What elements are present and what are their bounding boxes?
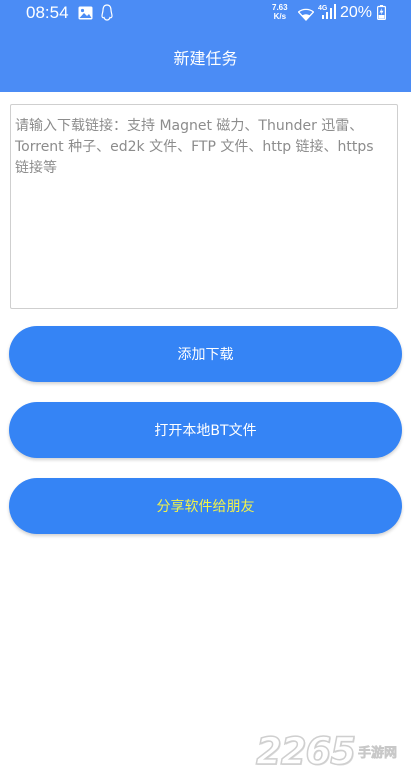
watermark-logo: 2265 手游网 bbox=[255, 729, 398, 774]
wifi-icon bbox=[297, 6, 315, 25]
watermark-suffix: 手游网 bbox=[357, 745, 398, 761]
battery-charging-icon bbox=[377, 5, 387, 24]
app-header: 08:54 7.63 K/s 4G 20% 新建任务 bbox=[0, 0, 411, 92]
net-speed: 7.63 K/s bbox=[272, 3, 288, 21]
status-time: 08:54 bbox=[26, 3, 69, 22]
net-speed-unit: K/s bbox=[273, 12, 287, 21]
add-download-button[interactable]: 添加下载 bbox=[9, 326, 402, 382]
share-app-button[interactable]: 分享软件给朋友 bbox=[9, 478, 402, 534]
svg-text:4G: 4G bbox=[318, 5, 328, 12]
open-local-bt-button[interactable]: 打开本地BT文件 bbox=[9, 402, 402, 458]
image-icon bbox=[78, 5, 93, 24]
page-title: 新建任务 bbox=[173, 49, 238, 68]
4g-signal-icon: 4G bbox=[318, 3, 338, 24]
qq-penguin-icon bbox=[101, 4, 113, 25]
battery-percent: 20% bbox=[340, 4, 373, 21]
download-link-input[interactable] bbox=[10, 104, 398, 309]
net-speed-value: 7.63 bbox=[272, 3, 288, 12]
watermark-brand: 2265 bbox=[255, 729, 356, 774]
status-bar: 08:54 7.63 K/s 4G 20% bbox=[0, 0, 411, 26]
